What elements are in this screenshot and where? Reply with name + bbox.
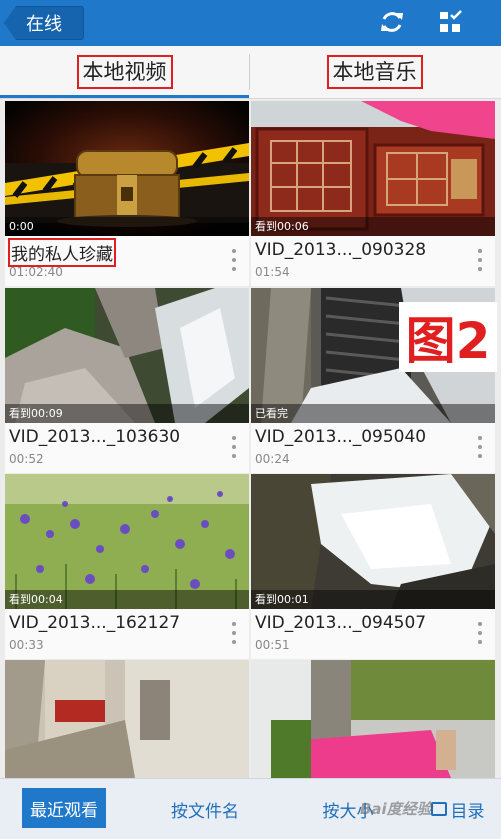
video-card[interactable]: 0:00 我的私人珍藏 01:02:40 [5, 101, 249, 286]
tab-baseline [0, 98, 501, 99]
video-title: VID_2013..._162127 [9, 613, 181, 633]
video-duration: 00:24 [255, 452, 290, 466]
top-bar: 在线 [0, 0, 501, 46]
video-thumbnail[interactable]: 看到00:04 [5, 474, 249, 609]
checklist-icon[interactable] [436, 7, 466, 37]
video-title: VID_2013..._094507 [255, 613, 427, 633]
video-thumbnail[interactable] [251, 660, 495, 778]
sort-recent-button[interactable]: 最近观看 [22, 788, 106, 828]
video-title: 我的私人珍藏 [8, 238, 116, 267]
more-options-icon[interactable] [477, 436, 483, 458]
video-duration: 00:51 [255, 638, 290, 652]
video-duration: 01:02:40 [9, 265, 63, 279]
video-thumbnail[interactable]: 0:00 [5, 101, 249, 236]
video-card[interactable]: 看到00:04 VID_2013..._162127 00:33 [5, 474, 249, 659]
watermark-logo: Bai度经验 [360, 799, 432, 818]
video-thumbnail[interactable] [5, 660, 249, 778]
more-options-icon[interactable] [231, 622, 237, 644]
video-duration: 00:52 [9, 452, 44, 466]
video-thumbnail[interactable]: 看到00:09 [5, 288, 249, 423]
watch-progress: 已看完 [251, 404, 495, 423]
video-duration: 01:54 [255, 265, 290, 279]
figure-annotation-label: 图2 [399, 302, 497, 372]
video-thumbnail[interactable]: 看到00:06 [251, 101, 495, 236]
video-title: VID_2013..._095040 [255, 427, 427, 447]
watch-progress: 0:00 [5, 217, 249, 236]
video-title: VID_2013..._090328 [255, 240, 427, 260]
watch-progress: 看到00:09 [5, 404, 249, 423]
tab-local-music[interactable]: 本地音乐 [250, 46, 499, 98]
more-options-icon[interactable] [477, 622, 483, 644]
video-thumbnail[interactable]: 看到00:01 [251, 474, 495, 609]
video-card[interactable]: 看到00:06 VID_2013..._090328 01:54 [251, 101, 495, 286]
watch-progress: 看到00:04 [5, 590, 249, 609]
video-card[interactable]: 看到00:01 VID_2013..._094507 00:51 [251, 474, 495, 659]
back-online-button[interactable]: 在线 [4, 6, 84, 40]
watch-progress: 看到00:06 [251, 217, 495, 236]
watch-progress: 看到00:01 [251, 590, 495, 609]
tab-local-video-label: 本地视频 [76, 55, 173, 89]
video-card[interactable] [251, 660, 495, 778]
tab-local-music-label: 本地音乐 [326, 55, 423, 89]
back-label: 在线 [26, 14, 62, 35]
tab-strip: 本地视频 本地音乐 [0, 46, 501, 98]
video-card[interactable]: 看到00:09 VID_2013..._103630 00:52 [5, 288, 249, 473]
tab-local-video[interactable]: 本地视频 [0, 46, 249, 98]
more-options-icon[interactable] [231, 436, 237, 458]
more-options-icon[interactable] [231, 249, 237, 271]
refresh-icon[interactable] [377, 7, 407, 37]
video-duration: 00:33 [9, 638, 44, 652]
video-title: VID_2013..._103630 [9, 427, 181, 447]
more-options-icon[interactable] [477, 249, 483, 271]
video-card[interactable] [5, 660, 249, 778]
sort-by-filename-button[interactable]: 按文件名 [150, 779, 260, 839]
